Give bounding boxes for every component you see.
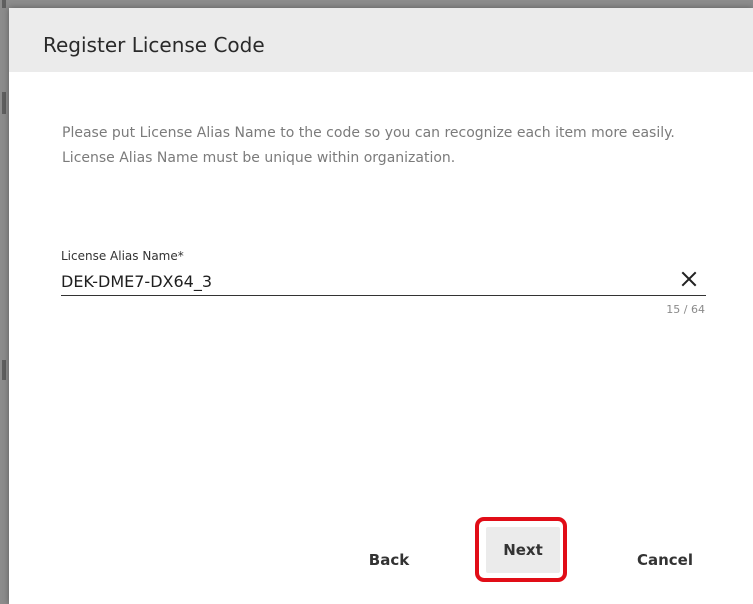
dialog-description: Please put License Alias Name to the cod… bbox=[62, 121, 702, 171]
dialog-title: Register License Code bbox=[43, 33, 265, 57]
back-button[interactable]: Back bbox=[354, 536, 424, 584]
clear-input-button[interactable] bbox=[677, 267, 701, 291]
description-line: Please put License Alias Name to the cod… bbox=[62, 125, 675, 141]
close-icon bbox=[681, 271, 697, 287]
backdrop-edge bbox=[2, 0, 6, 8]
backdrop-edge bbox=[2, 92, 6, 114]
license-alias-input[interactable] bbox=[61, 269, 679, 293]
description-line: License Alias Name must be unique within… bbox=[62, 150, 456, 166]
register-license-dialog: Register License Code Please put License… bbox=[9, 8, 753, 604]
dialog-header: Register License Code bbox=[9, 8, 753, 72]
license-alias-label: License Alias Name* bbox=[61, 249, 184, 263]
cancel-button[interactable]: Cancel bbox=[628, 536, 702, 584]
character-counter: 15 / 64 bbox=[666, 303, 705, 316]
backdrop-edge bbox=[2, 360, 6, 380]
next-button[interactable]: Next bbox=[486, 527, 560, 573]
input-underline bbox=[61, 295, 706, 296]
